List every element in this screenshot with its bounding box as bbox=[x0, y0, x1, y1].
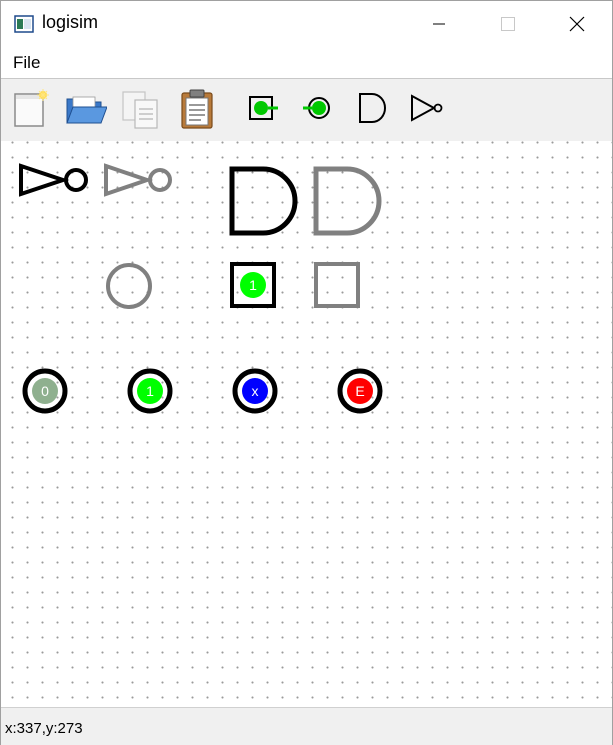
svg-text:1: 1 bbox=[146, 383, 154, 399]
pin-value-e[interactable]: E bbox=[337, 368, 383, 414]
circuit-canvas[interactable]: 1 0 1 x E bbox=[1, 141, 612, 706]
and-gate-ghost[interactable] bbox=[313, 166, 382, 236]
app-window: logisim File 1 0 1 x E x:337,y:273 bbox=[0, 0, 613, 745]
minimize-button[interactable] bbox=[404, 1, 474, 47]
toolbar bbox=[1, 78, 612, 142]
window-title: logisim bbox=[42, 12, 99, 32]
copy-icon[interactable] bbox=[119, 87, 163, 131]
not-gate-selected[interactable] bbox=[19, 163, 88, 197]
svg-text:0: 0 bbox=[41, 383, 49, 399]
svg-text:x: x bbox=[252, 383, 259, 399]
input-pin-ghost[interactable] bbox=[106, 263, 152, 309]
maximize-icon bbox=[501, 17, 515, 31]
cursor-coordinates: x:337,y:273 bbox=[5, 720, 83, 737]
output-pin-selected[interactable]: 1 bbox=[230, 262, 276, 308]
pin-value-x[interactable]: x bbox=[232, 368, 278, 414]
svg-text:E: E bbox=[355, 383, 364, 399]
app-icon bbox=[14, 15, 34, 33]
close-icon bbox=[569, 16, 585, 32]
new-file-icon[interactable] bbox=[7, 87, 51, 131]
output-pin-ghost[interactable] bbox=[314, 262, 360, 308]
title-bar[interactable]: logisim bbox=[1, 1, 612, 47]
output-pin-icon[interactable] bbox=[241, 87, 285, 131]
and-gate-selected[interactable] bbox=[229, 166, 298, 236]
status-bar: x:337,y:273 bbox=[1, 707, 612, 745]
input-pin-icon[interactable] bbox=[297, 87, 341, 131]
pin-value-1[interactable]: 1 bbox=[127, 368, 173, 414]
pin-value-0[interactable]: 0 bbox=[22, 368, 68, 414]
and-gate-icon[interactable] bbox=[351, 87, 395, 131]
minimize-icon bbox=[433, 23, 445, 25]
not-gate-icon[interactable] bbox=[405, 87, 449, 131]
menu-file[interactable]: File bbox=[13, 53, 40, 73]
close-button[interactable] bbox=[542, 1, 612, 47]
circuit-drawing: 1 0 1 x E bbox=[19, 163, 383, 414]
open-folder-icon[interactable] bbox=[63, 87, 107, 131]
paste-icon[interactable] bbox=[175, 87, 219, 131]
menu-bar: File bbox=[1, 47, 612, 77]
maximize-button[interactable] bbox=[473, 1, 543, 47]
output-pin-value: 1 bbox=[249, 277, 257, 293]
not-gate-ghost[interactable] bbox=[104, 163, 172, 197]
